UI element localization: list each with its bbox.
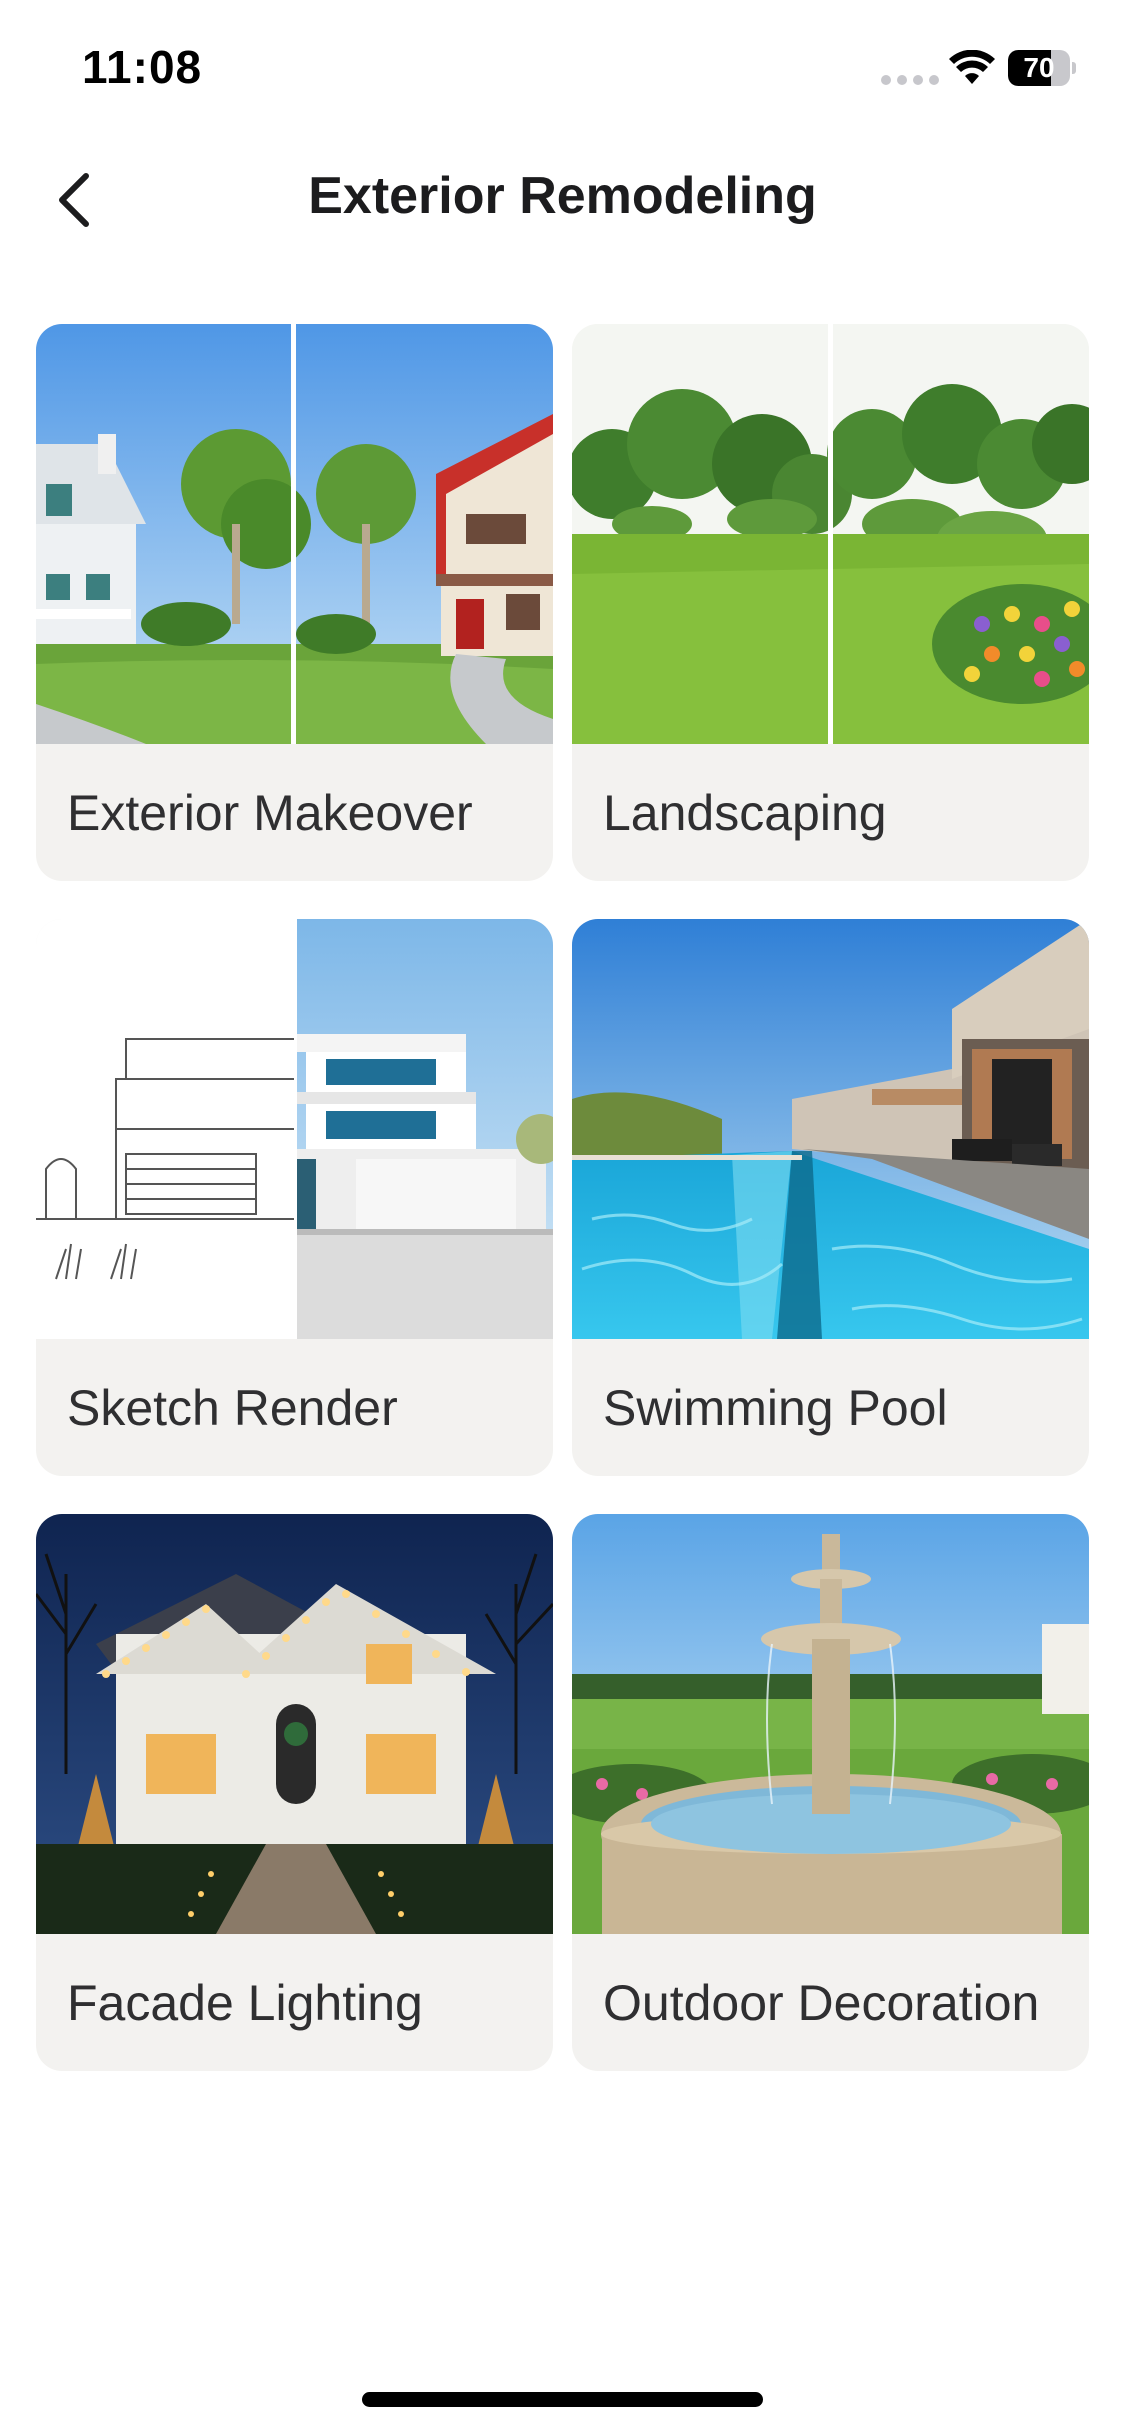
navigation-header: Exterior Remodeling — [0, 140, 1125, 260]
battery-icon: 70 — [1008, 50, 1076, 86]
wifi-icon — [948, 49, 996, 86]
category-card-landscaping[interactable]: Landscaping — [572, 324, 1089, 881]
category-label: Landscaping — [603, 784, 887, 841]
outdoor-decoration-image — [572, 1514, 1089, 1934]
exterior-makeover-image — [36, 324, 553, 744]
category-label: Swimming Pool — [603, 1379, 948, 1436]
category-card-exterior-makeover[interactable]: Exterior Makeover — [36, 324, 553, 881]
category-card-sketch-render[interactable]: Sketch Render — [36, 919, 553, 1476]
landscaping-image — [572, 324, 1089, 744]
category-grid: Exterior Makeover Landscaping Sketch Ren… — [36, 324, 1089, 2071]
category-card-outdoor-decoration[interactable]: Outdoor Decoration — [572, 1514, 1089, 2071]
facade-lighting-image — [36, 1514, 553, 1934]
battery-level: 70 — [1023, 52, 1055, 83]
back-button[interactable] — [36, 162, 112, 238]
category-label: Facade Lighting — [67, 1974, 423, 2031]
page-title: Exterior Remodeling — [308, 167, 817, 225]
chevron-left-icon — [59, 173, 89, 227]
home-indicator[interactable] — [362, 2392, 763, 2407]
category-label: Exterior Makeover — [67, 784, 473, 841]
category-label: Sketch Render — [67, 1379, 398, 1436]
category-card-swimming-pool[interactable]: Swimming Pool — [572, 919, 1089, 1476]
status-time: 11:08 — [82, 41, 203, 93]
category-label: Outdoor Decoration — [603, 1974, 1040, 2031]
battery-cap — [1072, 62, 1076, 74]
cellular-signal-icon — [880, 74, 940, 86]
screen: 11:08 70 Exterior Remodeling Exterior Ma… — [0, 0, 1125, 2436]
swimming-pool-image — [572, 919, 1089, 1339]
sketch-render-image — [36, 919, 553, 1339]
battery-body: 70 — [1008, 50, 1070, 86]
category-card-facade-lighting[interactable]: Facade Lighting — [36, 1514, 553, 2071]
status-bar: 11:08 70 — [0, 0, 1125, 140]
